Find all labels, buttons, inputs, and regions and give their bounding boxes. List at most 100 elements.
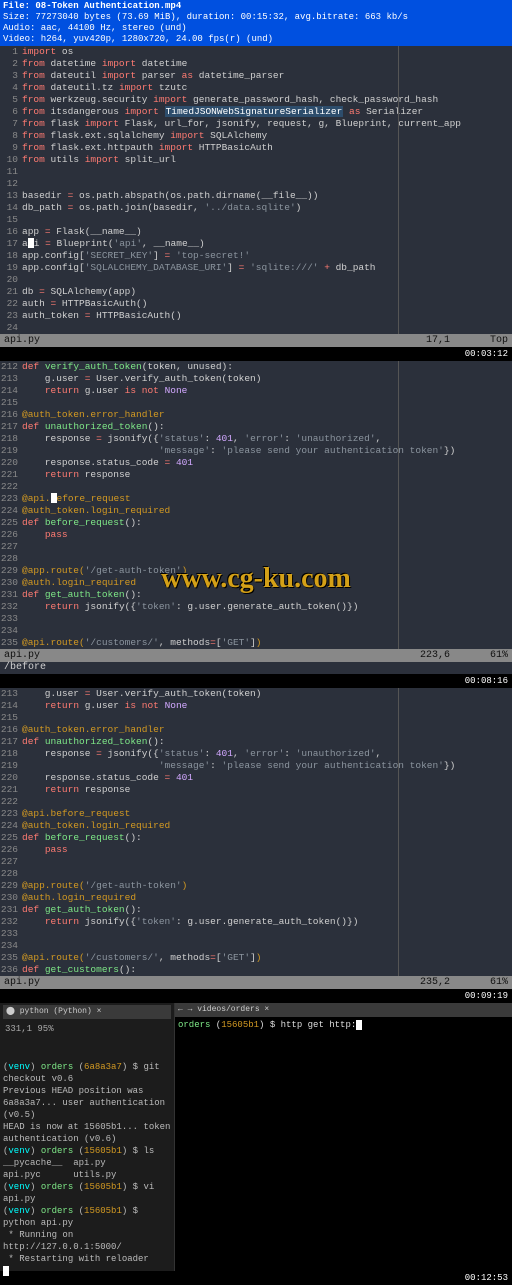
- code-text[interactable]: response.status_code = 401: [22, 457, 512, 469]
- terminal-left-body[interactable]: (venv) orders (6a8a3a7) $ git checkout v…: [3, 1037, 171, 1277]
- code-text[interactable]: db_path = os.path.join(basedir, '../data…: [22, 202, 512, 214]
- code-line[interactable]: 2from datetime import datetime: [0, 58, 512, 70]
- code-text[interactable]: pass: [22, 844, 512, 856]
- code-line[interactable]: 221 return response: [0, 784, 512, 796]
- code-text[interactable]: @auth_token.error_handler: [22, 409, 512, 421]
- code-text[interactable]: ai = Blueprint('api', __name__): [22, 238, 512, 250]
- code-text[interactable]: from itsdangerous import TimedJSONWebSig…: [22, 106, 512, 118]
- code-line[interactable]: 217def unauthorized_token():: [0, 421, 512, 433]
- code-text[interactable]: [22, 214, 512, 226]
- code-text[interactable]: auth = HTTPBasicAuth(): [22, 298, 512, 310]
- code-text[interactable]: @api.route('/customers/', methods=['GET'…: [22, 952, 512, 964]
- code-text[interactable]: @auth.login_required: [22, 577, 512, 589]
- code-text[interactable]: response = jsonify({'status': 401, 'erro…: [22, 433, 512, 445]
- code-line[interactable]: 226 pass: [0, 529, 512, 541]
- code-line[interactable]: 220 response.status_code = 401: [0, 772, 512, 784]
- code-line[interactable]: 233: [0, 928, 512, 940]
- code-text[interactable]: response.status_code = 401: [22, 772, 512, 784]
- code-text[interactable]: @api.route('/customers/', methods=['GET'…: [22, 637, 512, 649]
- code-text[interactable]: @app.route('/get-auth-token'): [22, 880, 512, 892]
- code-line[interactable]: 232 return jsonify({'token': g.user.gene…: [0, 601, 512, 613]
- code-line[interactable]: 234: [0, 625, 512, 637]
- code-line[interactable]: 223@api.efore_request: [0, 493, 512, 505]
- code-text[interactable]: [22, 274, 512, 286]
- code-line[interactable]: 222: [0, 481, 512, 493]
- terminal-right-tab[interactable]: ← → videos/orders ×: [175, 1003, 512, 1017]
- code-text[interactable]: def unauthorized_token():: [22, 421, 512, 433]
- code-text[interactable]: [22, 613, 512, 625]
- code-text[interactable]: return jsonify({'token': g.user.generate…: [22, 601, 512, 613]
- code-line[interactable]: 223@api.before_request: [0, 808, 512, 820]
- code-text[interactable]: [22, 166, 512, 178]
- code-line[interactable]: 4from dateutil.tz import tzutc: [0, 82, 512, 94]
- code-text[interactable]: return g.user is not None: [22, 385, 512, 397]
- code-line[interactable]: 3from dateutil import parser as datetime…: [0, 70, 512, 82]
- code-text[interactable]: def get_auth_token():: [22, 904, 512, 916]
- code-text[interactable]: def before_request():: [22, 832, 512, 844]
- code-line[interactable]: 222: [0, 796, 512, 808]
- code-text[interactable]: from dateutil.tz import tzutc: [22, 82, 512, 94]
- code-line[interactable]: 226 pass: [0, 844, 512, 856]
- code-text[interactable]: [22, 322, 512, 334]
- code-line[interactable]: 221 return response: [0, 469, 512, 481]
- code-line[interactable]: 220 response.status_code = 401: [0, 457, 512, 469]
- code-text[interactable]: from flask.ext.httpauth import HTTPBasic…: [22, 142, 512, 154]
- code-text[interactable]: def verify_auth_token(token, unused):: [22, 361, 512, 373]
- code-text[interactable]: response = jsonify({'status': 401, 'erro…: [22, 748, 512, 760]
- code-line[interactable]: 15: [0, 214, 512, 226]
- code-text[interactable]: [22, 178, 512, 190]
- code-line[interactable]: 7from flask import Flask, url_for, jsoni…: [0, 118, 512, 130]
- code-text[interactable]: from flask.ext.sqlalchemy import SQLAlch…: [22, 130, 512, 142]
- code-line[interactable]: 230@auth.login_required: [0, 577, 512, 589]
- code-line[interactable]: 228: [0, 553, 512, 565]
- code-text[interactable]: def get_customers():: [22, 964, 512, 976]
- code-text[interactable]: return response: [22, 784, 512, 796]
- code-line[interactable]: 235@api.route('/customers/', methods=['G…: [0, 637, 512, 649]
- terminal-left-pane[interactable]: ⬤ python (Python) × 331,1 95% (venv) ord…: [0, 1003, 175, 1271]
- code-text[interactable]: db = SQLAlchemy(app): [22, 286, 512, 298]
- code-text[interactable]: from datetime import datetime: [22, 58, 512, 70]
- code-text[interactable]: app = Flask(__name__): [22, 226, 512, 238]
- terminal-right-body[interactable]: orders (15605b1) $ http get http:: [175, 1017, 512, 1033]
- code-line[interactable]: 231def get_auth_token():: [0, 904, 512, 916]
- code-text[interactable]: [22, 541, 512, 553]
- terminal-right-pane[interactable]: ← → videos/orders × orders (15605b1) $ h…: [175, 1003, 512, 1271]
- code-line[interactable]: 219 'message': 'please send your authent…: [0, 760, 512, 772]
- code-text[interactable]: from werkzeug.security import generate_p…: [22, 94, 512, 106]
- code-line[interactable]: 229@app.route('/get-auth-token'): [0, 565, 512, 577]
- code-line[interactable]: 16app = Flask(__name__): [0, 226, 512, 238]
- code-line[interactable]: 24: [0, 322, 512, 334]
- code-line[interactable]: 18app.config['SECRET_KEY'] = 'top-secret…: [0, 250, 512, 262]
- code-line[interactable]: 228: [0, 868, 512, 880]
- code-line[interactable]: 217def unauthorized_token():: [0, 736, 512, 748]
- code-line[interactable]: 225def before_request():: [0, 832, 512, 844]
- code-line[interactable]: 17ai = Blueprint('api', __name__): [0, 238, 512, 250]
- code-line[interactable]: 11: [0, 166, 512, 178]
- code-line[interactable]: 224@auth_token.login_required: [0, 820, 512, 832]
- code-line[interactable]: 232 return jsonify({'token': g.user.gene…: [0, 916, 512, 928]
- code-text[interactable]: [22, 712, 512, 724]
- code-line[interactable]: 19app.config['SQLALCHEMY_DATABASE_URI'] …: [0, 262, 512, 274]
- code-line[interactable]: 231def get_auth_token():: [0, 589, 512, 601]
- editor-pane-3[interactable]: 213 g.user = User.verify_auth_token(toke…: [0, 688, 512, 976]
- code-text[interactable]: [22, 856, 512, 868]
- code-text[interactable]: @api.efore_request: [22, 493, 512, 505]
- code-text[interactable]: def get_auth_token():: [22, 589, 512, 601]
- code-line[interactable]: 235@api.route('/customers/', methods=['G…: [0, 952, 512, 964]
- code-text[interactable]: pass: [22, 529, 512, 541]
- code-text[interactable]: def before_request():: [22, 517, 512, 529]
- code-line[interactable]: 216@auth_token.error_handler: [0, 724, 512, 736]
- code-text[interactable]: [22, 397, 512, 409]
- code-text[interactable]: return jsonify({'token': g.user.generate…: [22, 916, 512, 928]
- code-line[interactable]: 13basedir = os.path.abspath(os.path.dirn…: [0, 190, 512, 202]
- code-line[interactable]: 23auth_token = HTTPBasicAuth(): [0, 310, 512, 322]
- code-line[interactable]: 234: [0, 940, 512, 952]
- code-line[interactable]: 12: [0, 178, 512, 190]
- code-line[interactable]: 224@auth_token.login_required: [0, 505, 512, 517]
- code-line[interactable]: 229@app.route('/get-auth-token'): [0, 880, 512, 892]
- code-text[interactable]: [22, 553, 512, 565]
- code-text[interactable]: app.config['SECRET_KEY'] = 'top-secret!': [22, 250, 512, 262]
- code-text[interactable]: 'message': 'please send your authenticat…: [22, 445, 512, 457]
- code-line[interactable]: 21db = SQLAlchemy(app): [0, 286, 512, 298]
- code-line[interactable]: 10from utils import split_url: [0, 154, 512, 166]
